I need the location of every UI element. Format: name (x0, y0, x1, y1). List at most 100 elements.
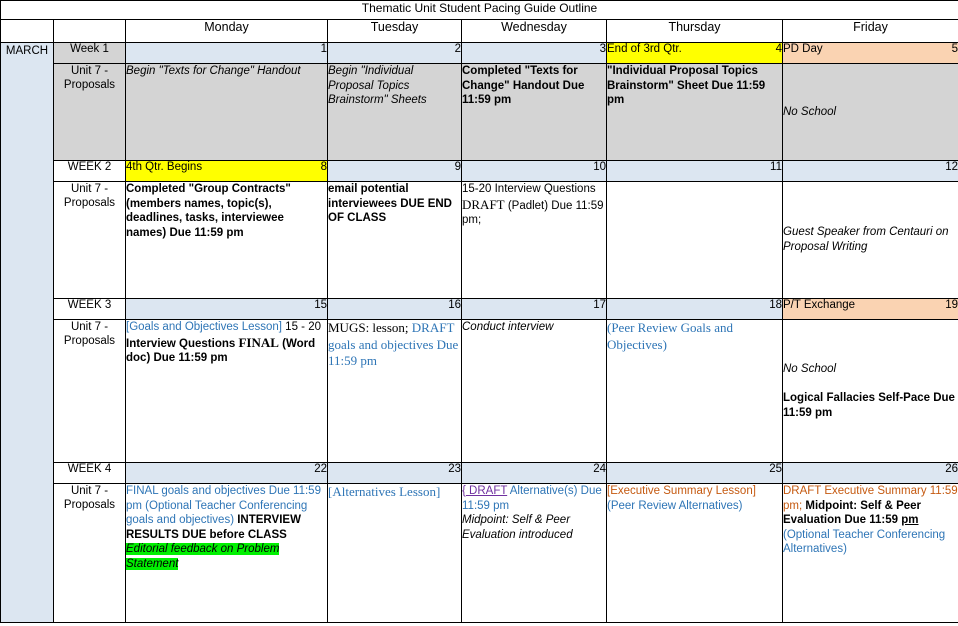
date-cell[interactable]: 9 (327, 160, 462, 182)
text-run: No School (783, 105, 837, 118)
date-number: 19 (945, 299, 958, 312)
date-number: 26 (945, 463, 958, 476)
date-cell[interactable]: PD Day 5 (782, 42, 958, 64)
date-cell[interactable]: 15 (125, 298, 328, 320)
date-cell[interactable]: End of 3rd Qtr. 4 (606, 42, 783, 64)
text-run: { DRAFT (462, 485, 508, 497)
date-event-label: End of 3rd Qtr. (607, 43, 682, 56)
unit-label: Unit 7 - Proposals (53, 483, 126, 623)
date-number: 4 (775, 43, 782, 56)
week-content-row: Unit 7 - Proposals Begin "Texts for Chang… (1, 63, 958, 161)
pacing-guide-sheet: Thematic Unit Student Pacing Guide Outli… (0, 0, 958, 626)
date-cell[interactable]: 18 (606, 298, 783, 320)
day-content-cell[interactable]: "Individual Proposal Topics Brainstorm" … (606, 63, 783, 161)
text-run: 15-20 Interview Questions (462, 183, 596, 195)
text-run: Begin "Texts for Change" Handout (126, 65, 301, 77)
date-number: 15 (314, 299, 327, 312)
date-number: 17 (593, 299, 606, 312)
date-number: 10 (593, 161, 606, 174)
text-run: MUGS: lesson; (328, 320, 409, 336)
day-header-friday: Friday (782, 19, 958, 43)
date-cell[interactable]: 1 (125, 42, 328, 64)
date-number: 9 (454, 161, 461, 174)
date-number: 11 (770, 161, 782, 174)
text-run: [Goals and Objectives Lesson] (126, 321, 282, 333)
text-run: [Alternatives Lesson] (328, 484, 441, 500)
week-content-row: Unit 7 - Proposals [Goals and Objectives… (1, 319, 958, 463)
day-content-cell[interactable]: FINAL goals and objectives Due 11:59 pm … (125, 483, 328, 623)
text-run: email potential interviewees DUE END OF … (328, 183, 453, 225)
text-run: (Peer Review Goals and Objectives) (607, 320, 734, 352)
header-corner-week (53, 19, 126, 43)
weeks-body: MARCH Week 1 1 2 3 End of 3rd Qtr. 4 PD Day 5 Uni… (0, 42, 958, 623)
text-run: [Executive Summary Lesson] (607, 485, 756, 497)
day-content-cell[interactable]: MUGS: lesson; DRAFT goals and objectives… (327, 319, 462, 463)
week-date-row: MARCH Week 1 1 2 3 End of 3rd Qtr. 4 PD Day 5 (0, 42, 958, 623)
text-run: FINAL (238, 334, 279, 350)
day-content-cell[interactable]: 15-20 Interview Questions DRAFT (Padlet)… (461, 181, 607, 299)
document-title: Thematic Unit Student Pacing Guide Outli… (0, 0, 958, 20)
date-cell[interactable]: 24 (461, 462, 607, 484)
date-event-label: 4th Qtr. Begins (126, 161, 203, 174)
text-run: Interview Questions (126, 337, 239, 350)
text-run: Begin "Individual Proposal Topics Brains… (328, 65, 427, 107)
week-label: WEEK 2 (53, 160, 126, 182)
date-cell[interactable]: 4th Qtr. Begins 8 (125, 160, 328, 182)
day-header-row: Monday Tuesday Wednesday Thursday Friday (0, 19, 958, 43)
day-content-cell[interactable]: Completed "Group Contracts" (members nam… (125, 181, 328, 299)
day-header-wednesday: Wednesday (461, 19, 607, 43)
date-cell[interactable]: 3 (461, 42, 607, 64)
day-content-cell[interactable]: { DRAFT Alternative(s) Due 11:59 pm Midpo… (461, 483, 607, 623)
week-label: WEEK 3 (53, 298, 126, 320)
day-content-cell[interactable]: Completed "Texts for Change" Handout Due… (461, 63, 607, 161)
date-number: 18 (769, 299, 782, 312)
title-row: Thematic Unit Student Pacing Guide Outli… (0, 0, 958, 20)
day-content-cell[interactable]: DRAFT Executive Summary 11:59 pm; Midpoi… (782, 483, 958, 623)
day-content-cell[interactable]: Guest Speaker from Centauri on Proposal … (782, 181, 958, 299)
day-content-cell[interactable]: Conduct interview (461, 319, 607, 463)
date-event-label: P/T Exchange (783, 299, 856, 312)
date-number: 1 (320, 43, 327, 56)
date-number: 24 (593, 463, 606, 476)
text-run: DRAFT (462, 196, 505, 212)
day-content-cell[interactable]: No School Logical Fallacies Self-Pace Due… (782, 319, 958, 463)
unit-label: Unit 7 - Proposals (53, 63, 126, 161)
week-date-row: WEEK 3 15 16 17 18 P/T Exchange 19 (1, 298, 958, 320)
date-cell[interactable]: 22 (125, 462, 328, 484)
date-cell[interactable]: 12 (782, 160, 958, 182)
day-header-thursday: Thursday (606, 19, 783, 43)
date-number: 8 (320, 161, 327, 174)
day-content-cell[interactable]: Begin "Texts for Change" Handout (125, 63, 328, 161)
date-cell[interactable]: 2 (327, 42, 462, 64)
day-content-cell[interactable]: Begin "Individual Proposal Topics Brains… (327, 63, 462, 161)
day-content-cell[interactable] (606, 181, 783, 299)
date-cell[interactable]: 10 (461, 160, 607, 182)
text-run: Completed "Texts for Change" Handout Due… (462, 65, 585, 107)
week-content-row: Unit 7 - Proposals Completed "Group Contr… (1, 181, 958, 299)
text-run: Guest Speaker from Centauri on Proposal … (783, 226, 949, 253)
unit-label: Unit 7 - Proposals (53, 319, 126, 463)
day-content-cell[interactable]: [Goals and Objectives Lesson] 15 - 20 In… (125, 319, 328, 463)
day-content-cell[interactable]: email potential interviewees DUE END OF … (327, 181, 462, 299)
text-run: (Optional Teacher Conferencing Alternati… (783, 528, 946, 556)
text-run: No School (783, 362, 837, 375)
week-label: WEEK 4 (53, 462, 126, 484)
date-number: 25 (769, 463, 782, 476)
day-content-cell[interactable]: No School (782, 63, 958, 161)
text-run: "Individual Proposal Topics Brainstorm" … (607, 65, 766, 107)
date-cell[interactable]: 16 (327, 298, 462, 320)
date-cell[interactable]: P/T Exchange 19 (782, 298, 958, 320)
header-corner-month (0, 19, 54, 43)
date-cell[interactable]: 11 (606, 160, 783, 182)
date-cell[interactable]: 26 (782, 462, 958, 484)
date-event-label: PD Day (783, 43, 823, 56)
date-cell[interactable]: 23 (327, 462, 462, 484)
week-content-row: Unit 7 - Proposals FINAL goals and object… (1, 483, 958, 623)
day-content-cell[interactable]: [Executive Summary Lesson] (Peer Review A… (606, 483, 783, 623)
day-content-cell[interactable]: [Alternatives Lesson] (327, 483, 462, 623)
pacing-guide-table: Thematic Unit Student Pacing Guide Outli… (0, 0, 958, 623)
day-header-monday: Monday (125, 19, 328, 43)
day-content-cell[interactable]: (Peer Review Goals and Objectives) (606, 319, 783, 463)
date-cell[interactable]: 25 (606, 462, 783, 484)
date-cell[interactable]: 17 (461, 298, 607, 320)
